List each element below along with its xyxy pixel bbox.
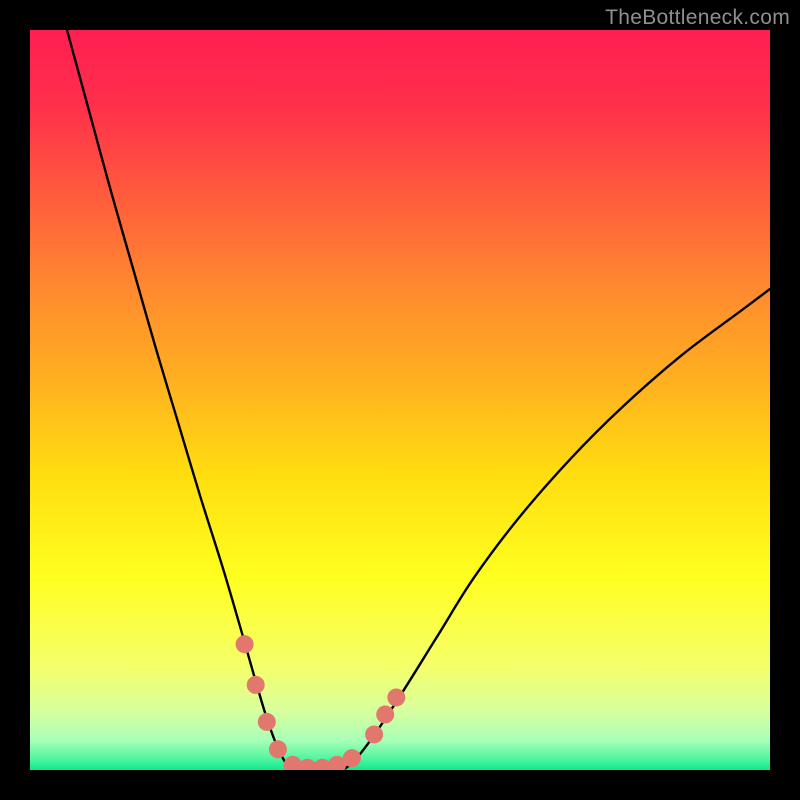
curve-lines: [67, 30, 770, 770]
marker-dot: [343, 749, 361, 767]
bottleneck-curve: [67, 30, 770, 770]
watermark-text: TheBottleneck.com: [605, 6, 790, 30]
marker-dot: [247, 676, 265, 694]
marker-dot: [258, 713, 276, 731]
marker-dot: [236, 635, 254, 653]
chart-svg: [30, 30, 770, 770]
marker-dot: [365, 725, 383, 743]
marker-dot: [387, 688, 405, 706]
outer-black-frame: TheBottleneck.com: [0, 0, 800, 800]
marker-dot: [376, 706, 394, 724]
marker-dot: [269, 740, 287, 758]
plot-area: [30, 30, 770, 770]
